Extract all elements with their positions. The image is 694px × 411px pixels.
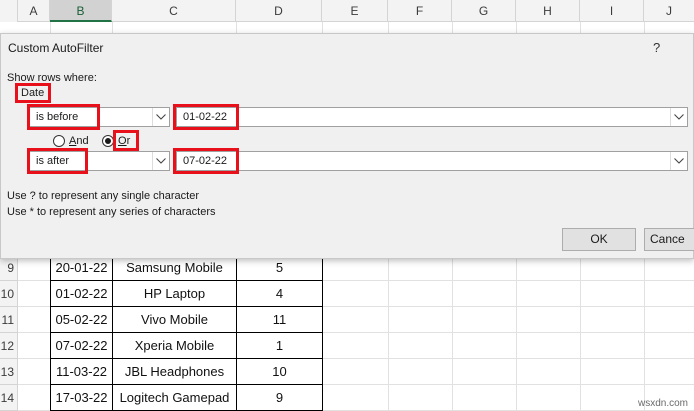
- column-header-a[interactable]: A: [18, 0, 50, 22]
- column-header-f[interactable]: F: [388, 0, 452, 22]
- row-header-11[interactable]: 11: [0, 307, 18, 333]
- table-cell-product[interactable]: Logitech Gamepad: [113, 385, 237, 411]
- column-header-h[interactable]: H: [516, 0, 580, 22]
- column-header-c[interactable]: C: [112, 0, 236, 22]
- show-rows-label: Show rows where:: [7, 72, 97, 84]
- table-cell-product[interactable]: HP Laptop: [113, 281, 237, 307]
- condition2-value: 07-02-22: [183, 155, 228, 167]
- and-radio[interactable]: [53, 135, 65, 147]
- help-icon[interactable]: ?: [653, 40, 660, 55]
- chevron-down-icon[interactable]: [670, 152, 687, 170]
- ok-button[interactable]: OK: [562, 228, 636, 251]
- column-header-row: A B C D E F G H I J: [0, 0, 694, 22]
- row-header-14[interactable]: 14: [0, 385, 18, 411]
- table-cell-date[interactable]: 11-03-22: [51, 359, 113, 385]
- cancel-button[interactable]: Cance: [644, 228, 694, 251]
- table-cell-product[interactable]: JBL Headphones: [113, 359, 237, 385]
- column-header-g[interactable]: G: [452, 0, 516, 22]
- condition1-value: 01-02-22: [183, 111, 228, 123]
- custom-autofilter-dialog: Custom AutoFilter ? Show rows where: Dat…: [0, 33, 694, 259]
- row-header-10[interactable]: 10: [0, 281, 18, 307]
- chevron-down-icon[interactable]: [152, 108, 169, 126]
- watermark-text: wsxdn.com: [637, 398, 688, 409]
- row-header-13[interactable]: 13: [0, 359, 18, 385]
- hint-series-characters: Use * to represent any series of charact…: [7, 206, 216, 218]
- dialog-title: Custom AutoFilter: [8, 41, 104, 55]
- condition1-value-combobox[interactable]: 01-02-22: [176, 107, 688, 127]
- condition2-operator-value: is after: [36, 155, 70, 167]
- table-cell-qty[interactable]: 11: [237, 307, 323, 333]
- table-cell-date[interactable]: 17-03-22: [51, 385, 113, 411]
- chevron-down-icon[interactable]: [670, 108, 687, 126]
- column-header-d[interactable]: D: [236, 0, 322, 22]
- condition1-operator-value: is before: [36, 111, 79, 123]
- table-cell-qty[interactable]: 4: [237, 281, 323, 307]
- table-cell-qty[interactable]: 9: [237, 385, 323, 411]
- condition2-operator-select[interactable]: is after: [29, 151, 170, 171]
- table-cell-product[interactable]: Vivo Mobile: [113, 307, 237, 333]
- column-header-j[interactable]: J: [644, 0, 694, 22]
- and-radio-option[interactable]: And: [53, 133, 89, 149]
- select-all-corner[interactable]: [0, 0, 18, 22]
- column-header-e[interactable]: E: [322, 0, 388, 22]
- column-header-b[interactable]: B: [50, 0, 112, 22]
- condition2-value-combobox[interactable]: 07-02-22: [176, 151, 688, 171]
- condition1-operator-select[interactable]: is before: [29, 107, 170, 127]
- table-cell-qty[interactable]: 10: [237, 359, 323, 385]
- table-cell-date[interactable]: 01-02-22: [51, 281, 113, 307]
- field-name-label: Date: [21, 87, 45, 99]
- table-cell-qty[interactable]: 1: [237, 333, 323, 359]
- table-cell-date[interactable]: 05-02-22: [51, 307, 113, 333]
- column-header-i[interactable]: I: [580, 0, 644, 22]
- table-cell-date[interactable]: 07-02-22: [51, 333, 113, 359]
- data-table: 20-01-22 Samsung Mobile 5 01-02-22 HP La…: [50, 255, 323, 411]
- table-cell-product[interactable]: Xperia Mobile: [113, 333, 237, 359]
- chevron-down-icon[interactable]: [152, 152, 169, 170]
- or-radio-label: Or: [118, 135, 131, 147]
- and-radio-label: And: [69, 135, 89, 147]
- or-radio[interactable]: [102, 135, 114, 147]
- hint-single-character: Use ? to represent any single character: [7, 190, 199, 202]
- row-header-12[interactable]: 12: [0, 333, 18, 359]
- or-radio-option[interactable]: Or: [102, 133, 130, 149]
